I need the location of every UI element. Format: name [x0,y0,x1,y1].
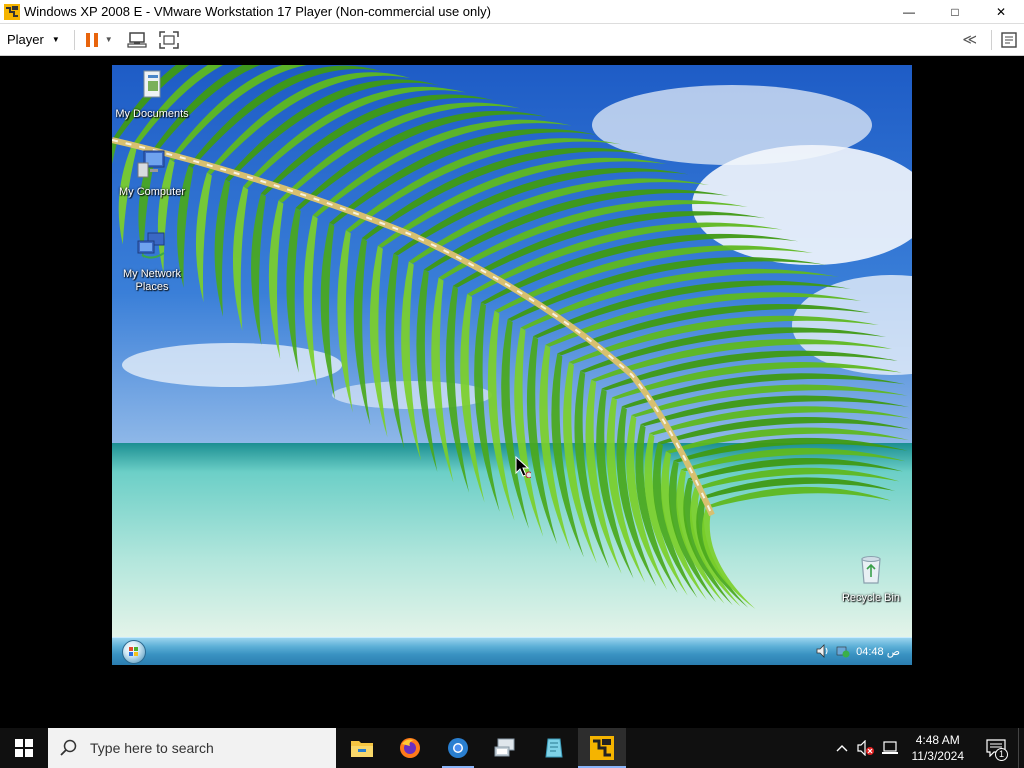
network-computer-icon [127,31,147,48]
double-chevron-left-icon: ≪ [962,31,977,47]
vmware-app-icon [4,3,20,20]
taskbar-app-firefox[interactable] [386,728,434,768]
mouse-cursor-icon [515,456,531,478]
my-documents-icon [143,70,161,98]
firefox-icon [400,738,420,758]
notification-badge: 1 [995,748,1008,761]
host-system-tray: 4:48 AM 11/3/2024 1 [830,728,1024,768]
file-explorer-icon [351,741,373,757]
close-button[interactable]: ✕ [978,0,1024,24]
desktop-icon-label: My Computer [118,186,186,198]
recycle-bin-icon [861,556,881,584]
toolbar-separator [73,29,75,50]
windows-logo-icon [129,647,138,656]
desktop-icon-label: My Documents [115,108,189,120]
maximize-button[interactable]: □ [932,0,978,24]
taskbar-app-notepad[interactable] [530,728,578,768]
clock-date: 11/3/2024 [911,749,965,763]
unity-button[interactable]: ≪ [962,28,977,52]
guest-system-tray: 04:48 ص [816,644,900,658]
guest-start-button[interactable] [122,640,146,664]
taskbar-app-vmware[interactable] [578,728,626,768]
minimize-button[interactable]: — [886,0,932,24]
clock-time: 4:48 AM [915,733,960,747]
volume-icon[interactable] [816,644,830,658]
full-screen-button[interactable] [158,28,179,52]
remote-desktop-icon [494,738,515,757]
volume-muted-icon [856,740,874,756]
palm-beach-wallpaper [112,65,912,637]
host-clock[interactable]: 4:48 AM 11/3/2024 [902,732,975,764]
window-title: Windows XP 2008 E - VMware Workstation 1… [24,4,491,19]
player-toolbar: Player ▼ ▼ ≪ [0,24,1024,56]
search-placeholder: Type here to search [90,740,214,756]
network-button[interactable] [878,728,902,768]
taskbar-app-chrome[interactable] [434,728,482,768]
taskbar-app-file-explorer[interactable] [338,728,386,768]
message-icon [1001,31,1017,48]
show-desktop-button[interactable] [1018,728,1024,768]
chevron-up-icon [836,745,847,752]
desktop-icon-recycle-bin[interactable]: Recycle Bin [831,553,911,605]
network-places-icon [137,232,165,259]
send-ctrl-alt-del-button[interactable] [127,28,147,52]
host-start-button[interactable] [0,728,48,768]
volume-button[interactable] [854,728,878,768]
show-hidden-icons-button[interactable] [830,728,854,768]
pause-button[interactable] [85,28,99,52]
pause-icon [85,32,98,47]
player-menu-button[interactable]: Player ▼ [7,32,60,47]
chevron-down-icon: ▼ [104,35,113,44]
action-center-button[interactable]: 1 [974,728,1018,768]
fullscreen-icon [158,30,179,49]
my-computer-icon [137,150,165,178]
security-shield-icon[interactable] [836,644,850,658]
host-search-box[interactable]: Type here to search [48,728,336,768]
pause-dropdown-button[interactable]: ▼ [105,28,113,52]
search-icon [60,739,77,756]
chrome-icon [448,738,468,758]
taskbar-app-remote-desktop[interactable] [482,728,530,768]
guest-clock[interactable]: 04:48 ص [856,645,900,658]
toolbar-separator [991,29,992,50]
windows-logo-icon [15,739,33,757]
network-icon [881,741,898,754]
library-button[interactable] [1000,28,1018,52]
notepad-icon [545,738,563,758]
host-taskbar: Type here to search 4:48 AM 11/3/2024 1 [0,728,1024,768]
chevron-down-icon: ▼ [51,35,60,44]
desktop-icon-my-computer[interactable]: My Computer [112,149,192,199]
guest-taskbar: 04:48 ص [112,637,912,665]
desktop-icon-label: My Network Places [122,268,182,293]
window-titlebar: Windows XP 2008 E - VMware Workstation 1… [0,0,1024,24]
guest-screen[interactable]: My Documents My Computer My Network Plac… [112,65,912,665]
vmware-icon [590,736,614,760]
player-menu-label: Player [7,32,44,47]
desktop-icon-network-places[interactable]: My Network Places [112,231,192,294]
desktop-icon-my-documents[interactable]: My Documents [112,69,192,121]
desktop-icon-label: Recycle Bin [841,592,901,604]
